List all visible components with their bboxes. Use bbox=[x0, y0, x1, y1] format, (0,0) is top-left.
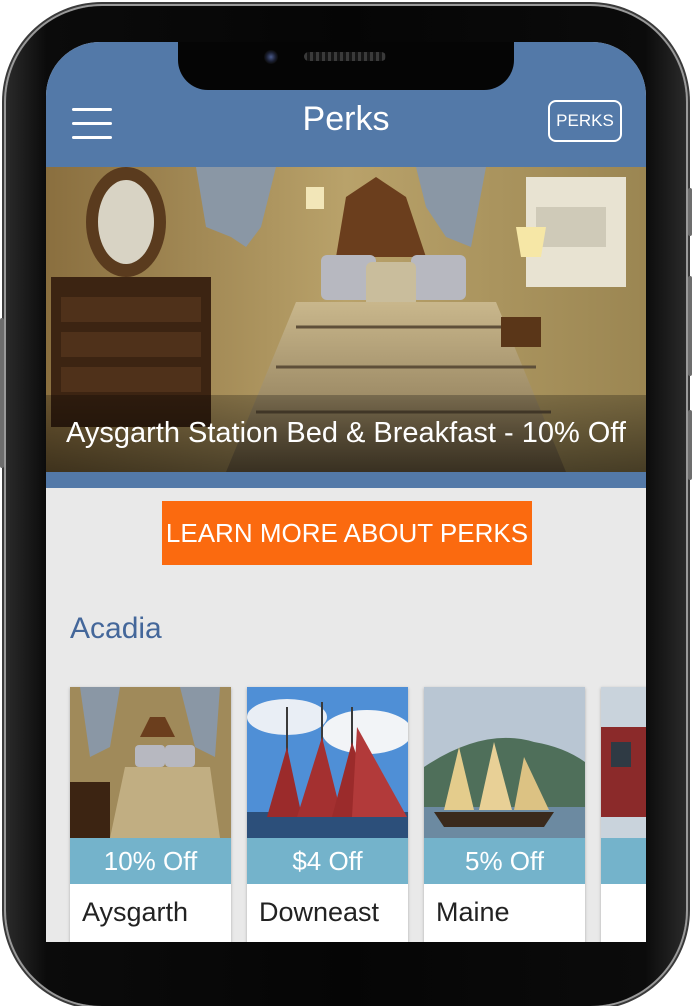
phone-side-button-right-top bbox=[688, 188, 692, 236]
learn-more-button[interactable]: LEARN MORE ABOUT PERKS bbox=[162, 501, 532, 565]
phone-side-button-right bbox=[688, 276, 692, 376]
hero-caption: Aysgarth Station Bed & Breakfast - 10% O… bbox=[46, 395, 646, 472]
perk-card-badge: 10% Off bbox=[70, 838, 231, 884]
hero-indicator-bar bbox=[46, 472, 646, 488]
perk-card[interactable]: 5% Off Maine bbox=[424, 687, 585, 942]
phone-notch bbox=[178, 42, 514, 90]
perk-card[interactable]: 10% Off Aysgarth bbox=[70, 687, 231, 942]
perk-card[interactable] bbox=[601, 687, 646, 942]
perk-card-image bbox=[247, 687, 408, 838]
perk-card-name: Aysgarth bbox=[82, 897, 189, 927]
front-camera-icon bbox=[264, 50, 278, 64]
hero-banner[interactable]: Aysgarth Station Bed & Breakfast - 10% O… bbox=[46, 167, 646, 472]
perk-card-image bbox=[424, 687, 585, 838]
perk-card-name: Maine bbox=[436, 897, 510, 927]
speaker-grille-icon bbox=[304, 52, 386, 61]
app-screen: Perks PERKS Aysgarth Station Bed & Break… bbox=[46, 42, 646, 942]
perk-card-badge bbox=[601, 838, 646, 884]
perks-button[interactable]: PERKS bbox=[548, 100, 622, 142]
section-title: Acadia bbox=[70, 612, 162, 645]
perk-card[interactable]: $4 Off Downeast bbox=[247, 687, 408, 942]
phone-side-button-left bbox=[0, 318, 4, 468]
phone-side-button-right-bottom bbox=[688, 410, 692, 480]
perk-card-image bbox=[601, 687, 646, 838]
perk-card-badge: 5% Off bbox=[424, 838, 585, 884]
perk-card-name: Downeast bbox=[259, 897, 380, 927]
perk-card-image bbox=[70, 687, 231, 838]
perk-card-badge: $4 Off bbox=[247, 838, 408, 884]
